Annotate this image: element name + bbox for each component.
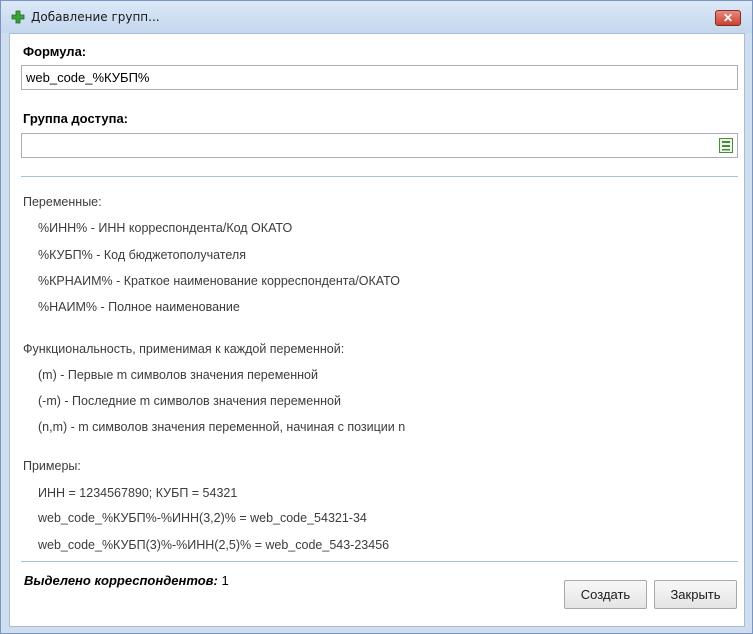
- access-group-input[interactable]: [21, 133, 738, 158]
- function-item: (n,m) - m символов значения переменной, …: [38, 420, 406, 434]
- variable-item: %КУБП% - Код бюджетополучателя: [38, 248, 246, 262]
- selected-label: Выделено корреспондентов:: [24, 573, 218, 588]
- add-icon: [11, 10, 25, 24]
- divider-top: [21, 176, 738, 177]
- formula-value: web_code_%КУБП%: [26, 70, 150, 85]
- dialog-window: Добавление групп... ✕ Формула: web_code_…: [0, 0, 753, 634]
- formula-label: Формула:: [23, 44, 87, 59]
- create-button[interactable]: Создать: [564, 580, 647, 609]
- functions-heading: Функциональность, применимая к каждой пе…: [23, 342, 345, 356]
- title-bar[interactable]: Добавление групп... ✕: [1, 1, 752, 33]
- example-item: web_code_%КУБП%-%ИНН(3,2)% = web_code_54…: [38, 511, 367, 525]
- selected-count: 1: [221, 573, 229, 588]
- variable-item: %НАИМ% - Полное наименование: [38, 300, 240, 314]
- close-window-button[interactable]: ✕: [715, 10, 741, 26]
- example-item: ИНН = 1234567890; КУБП = 54321: [38, 486, 238, 500]
- access-group-label: Группа доступа:: [23, 111, 129, 126]
- close-button[interactable]: Закрыть: [654, 580, 737, 609]
- function-item: (m) - Первые m символов значения перемен…: [38, 368, 318, 382]
- example-item: web_code_%КУБП(3)%-%ИНН(2,5)% = web_code…: [38, 538, 390, 552]
- close-icon: ✕: [722, 11, 734, 25]
- variables-heading: Переменные:: [23, 195, 102, 209]
- window-title: Добавление групп...: [31, 10, 160, 24]
- examples-heading: Примеры:: [23, 459, 81, 473]
- function-item: (-m) - Последние m символов значения пер…: [38, 394, 341, 408]
- variable-item: %КРНАИМ% - Краткое наименование корреспо…: [38, 274, 400, 288]
- variable-item: %ИНН% - ИНН корреспондента/Код ОКАТО: [38, 221, 293, 235]
- selected-correspondents: Выделено корреспондентов: 1: [24, 573, 229, 588]
- dialog-content: Формула: web_code_%КУБП% Группа доступа:…: [9, 33, 745, 627]
- formula-input[interactable]: web_code_%КУБП%: [21, 65, 738, 90]
- divider-bottom: [21, 561, 738, 562]
- lookup-list-icon[interactable]: [718, 137, 734, 154]
